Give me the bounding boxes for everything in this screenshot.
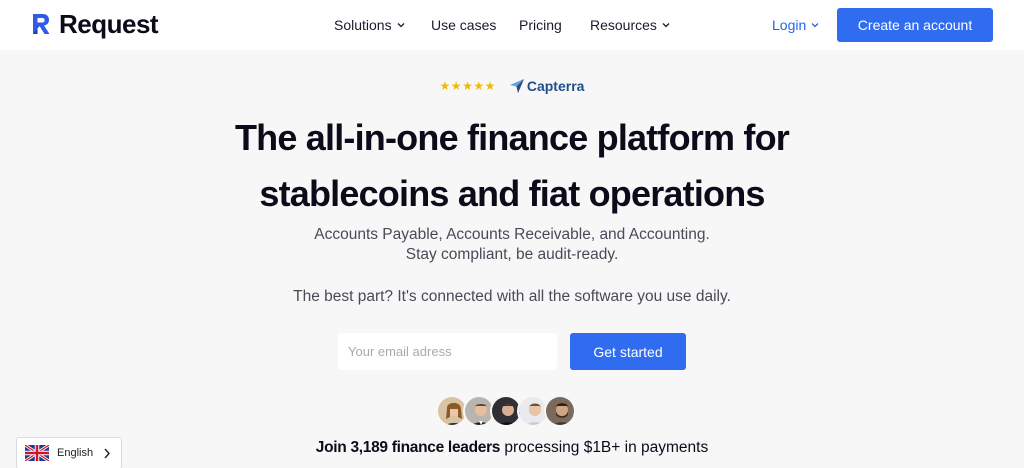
nav-resources[interactable]: Resources [590, 17, 670, 33]
uk-flag-icon [25, 445, 49, 461]
nav-solutions-label: Solutions [334, 17, 392, 33]
chevron-down-icon [662, 23, 670, 28]
hero-headline: The all-in-one finance platform for stab… [0, 110, 1024, 222]
person-avatar-icon [546, 397, 574, 425]
headline-line-1: The all-in-one finance platform for [234, 117, 790, 158]
get-started-button[interactable]: Get started [570, 333, 686, 370]
login-label: Login [772, 17, 807, 33]
headline-line-2: stablecoins and fiat operations [259, 173, 765, 214]
capterra-logo: Capterra [509, 78, 585, 94]
social-proof-rest: processing $1B+ in payments [500, 439, 709, 456]
request-logo-icon [33, 14, 50, 34]
star-rating: ★★★★★ [439, 79, 496, 93]
language-selector[interactable]: English [16, 437, 122, 468]
chevron-down-icon [397, 23, 405, 28]
hero-subtitle-line-2: Stay compliant, be audit-ready. [405, 246, 619, 263]
nav-pricing-label: Pricing [519, 17, 562, 33]
nav-resources-label: Resources [590, 17, 657, 33]
nav-pricing[interactable]: Pricing [519, 17, 562, 33]
nav-use-cases[interactable]: Use cases [431, 17, 496, 33]
avatar [544, 395, 576, 427]
hero-best-part: The best part? It's connected with all t… [293, 288, 731, 305]
nav-use-cases-label: Use cases [431, 17, 497, 33]
rating-badge[interactable]: ★★★★★ Capterra [0, 78, 1024, 94]
brand-name: Request [59, 9, 159, 39]
social-proof-text: Join 3,189 finance leaders processing $1… [0, 439, 1024, 457]
email-input[interactable] [338, 333, 557, 370]
nav-solutions[interactable]: Solutions [334, 17, 405, 33]
capterra-label: Capterra [526, 78, 585, 94]
site-header: Request Solutions Use cases Pricing Reso… [0, 0, 1024, 50]
social-proof-bold: Join 3,189 finance leaders [315, 439, 501, 456]
login-link[interactable]: Login [772, 17, 819, 33]
chevron-down-icon [811, 23, 819, 28]
avatar-group [436, 395, 576, 427]
signup-form: Get started [338, 333, 686, 370]
create-account-button[interactable]: Create an account [837, 8, 993, 42]
language-label: English [57, 447, 94, 459]
capterra-arrow-icon [509, 79, 524, 93]
hero-subtitle-line-1: Accounts Payable, Accounts Receivable, a… [314, 226, 710, 243]
brand-logo[interactable]: Request [31, 9, 159, 39]
chevron-right-icon [104, 448, 110, 459]
